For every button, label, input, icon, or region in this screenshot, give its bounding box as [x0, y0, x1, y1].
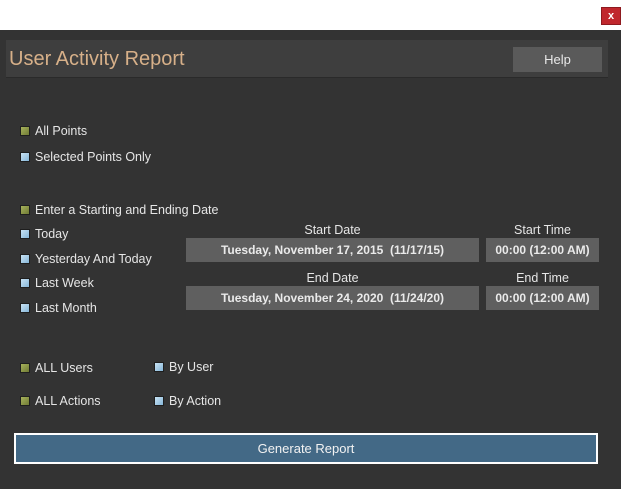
page-title: User Activity Report [9, 48, 185, 70]
start-date-label: Start Date [304, 223, 361, 237]
checkbox-unchecked-icon[interactable] [20, 229, 30, 239]
all-points-label: All Points [35, 124, 88, 138]
checkbox-unchecked-icon[interactable] [154, 362, 164, 372]
last-month-label: Last Month [35, 301, 97, 315]
yesterday-today-option[interactable]: Yesterday And Today [20, 252, 152, 266]
end-date-field[interactable]: Tuesday, November 24, 2020 (11/24/20) [186, 286, 479, 310]
checkbox-unchecked-icon[interactable] [20, 303, 30, 313]
start-time-field[interactable]: 00:00 (12:00 AM) [486, 238, 599, 262]
start-time-label: Start Time [514, 223, 571, 237]
help-button[interactable]: Help [513, 47, 602, 72]
by-user-label: By User [169, 360, 214, 374]
last-week-label: Last Week [35, 276, 94, 290]
yesterday-today-label: Yesterday And Today [35, 252, 152, 266]
selected-points-option[interactable]: Selected Points Only [20, 150, 151, 164]
report-dialog: User Activity Report Help All Points Sel… [0, 30, 621, 489]
last-month-option[interactable]: Last Month [20, 301, 97, 315]
header-bar: User Activity Report Help [6, 40, 608, 78]
all-actions-label: ALL Actions [35, 394, 101, 408]
all-users-option[interactable]: ALL Users [20, 361, 93, 375]
custom-date-option[interactable]: Enter a Starting and Ending Date [20, 203, 218, 217]
custom-date-label: Enter a Starting and Ending Date [35, 203, 219, 217]
generate-report-button[interactable]: Generate Report [14, 433, 598, 464]
checkbox-checked-icon[interactable] [20, 205, 30, 215]
by-action-option[interactable]: By Action [154, 394, 221, 408]
close-button[interactable]: x [601, 7, 621, 25]
end-time-label: End Time [516, 271, 569, 285]
selected-points-label: Selected Points Only [35, 150, 152, 164]
last-week-option[interactable]: Last Week [20, 276, 94, 290]
end-date-label: End Date [306, 271, 359, 285]
checkbox-unchecked-icon[interactable] [20, 254, 30, 264]
end-time-field[interactable]: 00:00 (12:00 AM) [486, 286, 599, 310]
checkbox-checked-icon[interactable] [20, 363, 30, 373]
by-user-option[interactable]: By User [154, 360, 213, 374]
start-date-field[interactable]: Tuesday, November 17, 2015 (11/17/15) [186, 238, 479, 262]
checkbox-unchecked-icon[interactable] [154, 396, 164, 406]
checkbox-unchecked-icon[interactable] [20, 152, 30, 162]
by-action-label: By Action [169, 394, 222, 408]
today-label: Today [35, 227, 69, 241]
all-actions-option[interactable]: ALL Actions [20, 394, 101, 408]
all-users-label: ALL Users [35, 361, 93, 375]
checkbox-checked-icon[interactable] [20, 126, 30, 136]
checkbox-unchecked-icon[interactable] [20, 278, 30, 288]
all-points-option[interactable]: All Points [20, 124, 87, 138]
checkbox-checked-icon[interactable] [20, 396, 30, 406]
today-option[interactable]: Today [20, 227, 68, 241]
